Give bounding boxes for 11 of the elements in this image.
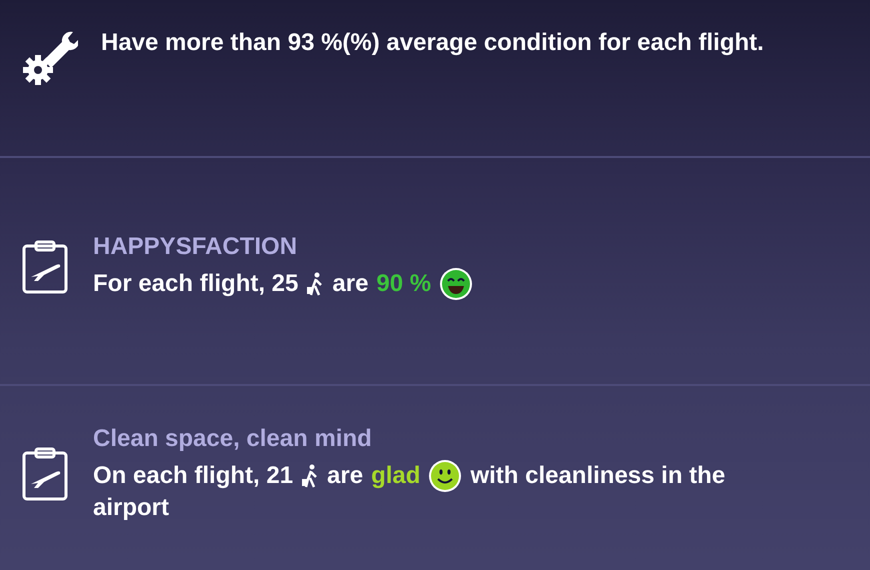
objective-text: are	[332, 269, 368, 299]
highlight-text: 90 %	[376, 269, 432, 299]
objective-text: are	[327, 461, 364, 491]
objective-text: airport	[93, 493, 170, 523]
objective-title: HAPPYSFACTION	[93, 233, 298, 261]
highlight-text: glad	[371, 461, 420, 491]
objective-text: For each flight, 25	[93, 269, 298, 299]
objective-text: with cleanliness in the	[470, 461, 726, 491]
objective-text: Have more than 93 %(%) average condition for each flight.	[101, 28, 764, 58]
objective-title: Clean space, clean mind	[93, 425, 373, 453]
objective-text: On each flight, 21	[93, 461, 294, 491]
